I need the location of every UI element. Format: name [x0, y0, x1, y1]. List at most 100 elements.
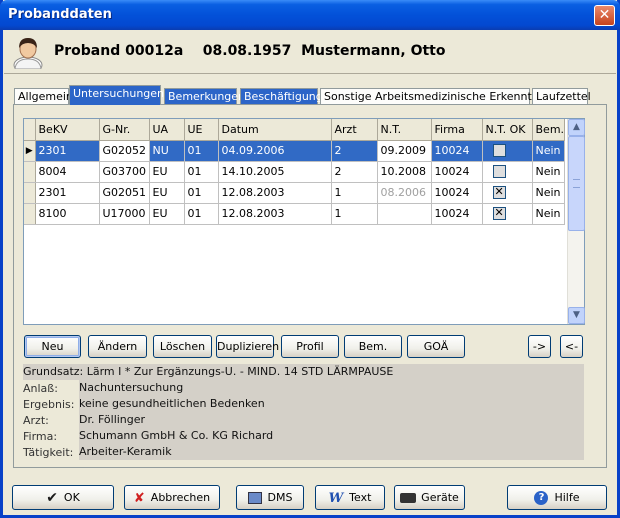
ntok-checkbox-checked[interactable]	[492, 206, 506, 221]
firma-row: Firma: Schumann GmbH & Co. KG Richard	[23, 428, 584, 444]
text-button[interactable]: W Text	[315, 485, 385, 510]
cell-bem[interactable]: Nein	[532, 161, 566, 183]
row-indicator	[24, 161, 36, 183]
goa-button[interactable]: GOÄ	[407, 335, 465, 358]
ntok-checkbox[interactable]	[492, 144, 506, 158]
scroll-up-icon[interactable]: ▲	[568, 119, 585, 136]
col-header-bekv[interactable]: BeKV	[35, 119, 100, 141]
cell-bekv[interactable]: 2301	[35, 140, 100, 162]
cell-ue[interactable]: 01	[184, 203, 219, 225]
profil-button[interactable]: Profil	[281, 335, 339, 358]
cell-ntok[interactable]	[482, 140, 533, 162]
cell-gnr[interactable]: G03700	[99, 161, 150, 183]
table-row[interactable]: 8100 U17000 EU 01 12.08.2003 1 10024 Nei…	[24, 203, 566, 225]
cell-ua[interactable]: EU	[149, 182, 185, 204]
ok-label: OK	[63, 491, 80, 504]
cell-arzt[interactable]: 2	[331, 161, 378, 183]
row-indicator	[24, 203, 36, 225]
tab-bemerkungen[interactable]: Bemerkungen	[164, 88, 245, 105]
cell-ntok[interactable]	[482, 182, 533, 204]
col-header-gnr[interactable]: G-Nr.	[99, 119, 150, 141]
cell-datum[interactable]: 04.09.2006	[218, 140, 332, 162]
cell-firma[interactable]: 10024	[431, 161, 483, 183]
scroll-down-icon[interactable]: ▼	[568, 307, 585, 324]
next-button[interactable]: ->	[528, 335, 551, 358]
ntok-checkbox[interactable]	[492, 165, 506, 179]
cell-ua[interactable]: EU	[149, 203, 185, 225]
ergebnis-value: keine gesundheitlichen Bedenken	[79, 396, 584, 412]
firma-label: Firma:	[23, 430, 58, 443]
cell-nt[interactable]: 09.2009	[377, 140, 432, 162]
geraete-button[interactable]: Geräte	[394, 485, 465, 510]
cell-ua[interactable]: EU	[149, 161, 185, 183]
cell-firma[interactable]: 10024	[431, 203, 483, 225]
cell-arzt[interactable]: 2	[331, 140, 378, 162]
tab-allgemein[interactable]: Allgemein	[14, 88, 73, 105]
cell-datum[interactable]: 12.08.2003	[218, 182, 332, 204]
cell-ue[interactable]: 01	[184, 161, 219, 183]
cell-nt[interactable]: 10.2008	[377, 161, 432, 183]
arzt-value: Dr. Föllinger	[79, 412, 584, 428]
bem-button[interactable]: Bem.	[344, 335, 402, 358]
cell-datum[interactable]: 14.10.2005	[218, 161, 332, 183]
col-header-ua[interactable]: UA	[149, 119, 185, 141]
cell-bekv[interactable]: 8004	[35, 161, 100, 183]
cell-arzt[interactable]: 1	[331, 182, 378, 204]
cell-bem[interactable]: Nein	[532, 140, 566, 162]
dms-button[interactable]: DMS	[236, 485, 304, 510]
cell-nt[interactable]: 08.2006	[377, 182, 432, 204]
table-row[interactable]: 8004 G03700 EU 01 14.10.2005 2 10.2008 1…	[24, 161, 566, 183]
col-header-bem[interactable]: Bem.	[532, 119, 566, 141]
ok-button[interactable]: ✔ OK	[12, 485, 114, 510]
grid-scrollbar[interactable]: ▲ ▼	[567, 119, 585, 324]
cell-arzt[interactable]: 1	[331, 203, 378, 225]
cell-firma[interactable]: 10024	[431, 182, 483, 204]
cell-bekv[interactable]: 8100	[35, 203, 100, 225]
indicator-header	[24, 119, 36, 141]
col-header-arzt[interactable]: Arzt	[331, 119, 378, 141]
tab-sonstige[interactable]: Sonstige Arbeitsmedizinische Erkenntniss…	[320, 88, 560, 105]
col-header-datum[interactable]: Datum	[218, 119, 332, 141]
cell-gnr[interactable]: U17000	[99, 203, 150, 225]
loeschen-button[interactable]: Löschen	[153, 335, 212, 358]
scroll-thumb[interactable]	[568, 136, 585, 231]
title-bar[interactable]: Probanddaten ✕	[0, 0, 620, 30]
cell-firma[interactable]: 10024	[431, 140, 483, 162]
cell-ua[interactable]: NU	[149, 140, 185, 162]
anlass-value: Nachuntersuchung	[79, 380, 584, 396]
aendern-button[interactable]: Ändern	[88, 335, 147, 358]
cell-datum[interactable]: 12.08.2003	[218, 203, 332, 225]
cell-bem[interactable]: Nein	[532, 182, 566, 204]
proband-title: Proband 00012a 08.08.1957 Mustermann, Ot…	[54, 43, 446, 59]
cell-ntok[interactable]	[482, 203, 533, 225]
cell-ue[interactable]: 01	[184, 140, 219, 162]
cell-ntok[interactable]	[482, 161, 533, 183]
neu-button[interactable]: Neu	[24, 335, 81, 358]
dms-icon	[247, 492, 262, 504]
prev-button[interactable]: <-	[560, 335, 583, 358]
cell-bem[interactable]: Nein	[532, 203, 566, 225]
cell-nt[interactable]	[377, 203, 432, 225]
table-row[interactable]: 2301 G02051 EU 01 12.08.2003 1 08.2006 1…	[24, 182, 566, 204]
tab-beschaeftigung[interactable]: Beschäftigung	[240, 88, 323, 105]
untersuchungen-grid[interactable]: BeKV G-Nr. UA UE Datum Arzt N.T. Firma N…	[23, 118, 585, 325]
col-header-nt[interactable]: N.T.	[377, 119, 432, 141]
col-header-ntok[interactable]: N.T. OK	[482, 119, 533, 141]
hilfe-button[interactable]: ? Hilfe	[507, 485, 607, 510]
ergebnis-label: Ergebnis:	[23, 398, 75, 411]
anlass-row: Anlaß: Nachuntersuchung	[23, 380, 584, 396]
tab-laufzettel[interactable]: Laufzettel	[532, 88, 591, 105]
close-button[interactable]: ✕	[594, 5, 615, 26]
cell-gnr[interactable]: G02051	[99, 182, 150, 204]
cell-ue[interactable]: 01	[184, 182, 219, 204]
ntok-checkbox-checked[interactable]	[492, 185, 506, 200]
tab-untersuchungen[interactable]: Untersuchungen	[69, 85, 164, 105]
duplizieren-button[interactable]: Duplizieren	[216, 335, 279, 358]
abbrechen-button[interactable]: ✘ Abbrechen	[124, 485, 220, 510]
cell-gnr[interactable]: G02052	[99, 140, 150, 162]
col-header-firma[interactable]: Firma	[431, 119, 483, 141]
row-indicator-icon: ▶	[24, 140, 36, 162]
cell-bekv[interactable]: 2301	[35, 182, 100, 204]
col-header-ue[interactable]: UE	[184, 119, 219, 141]
table-row[interactable]: ▶ 2301 G02052 NU 01 04.09.2006 2 09.2009…	[24, 140, 566, 162]
